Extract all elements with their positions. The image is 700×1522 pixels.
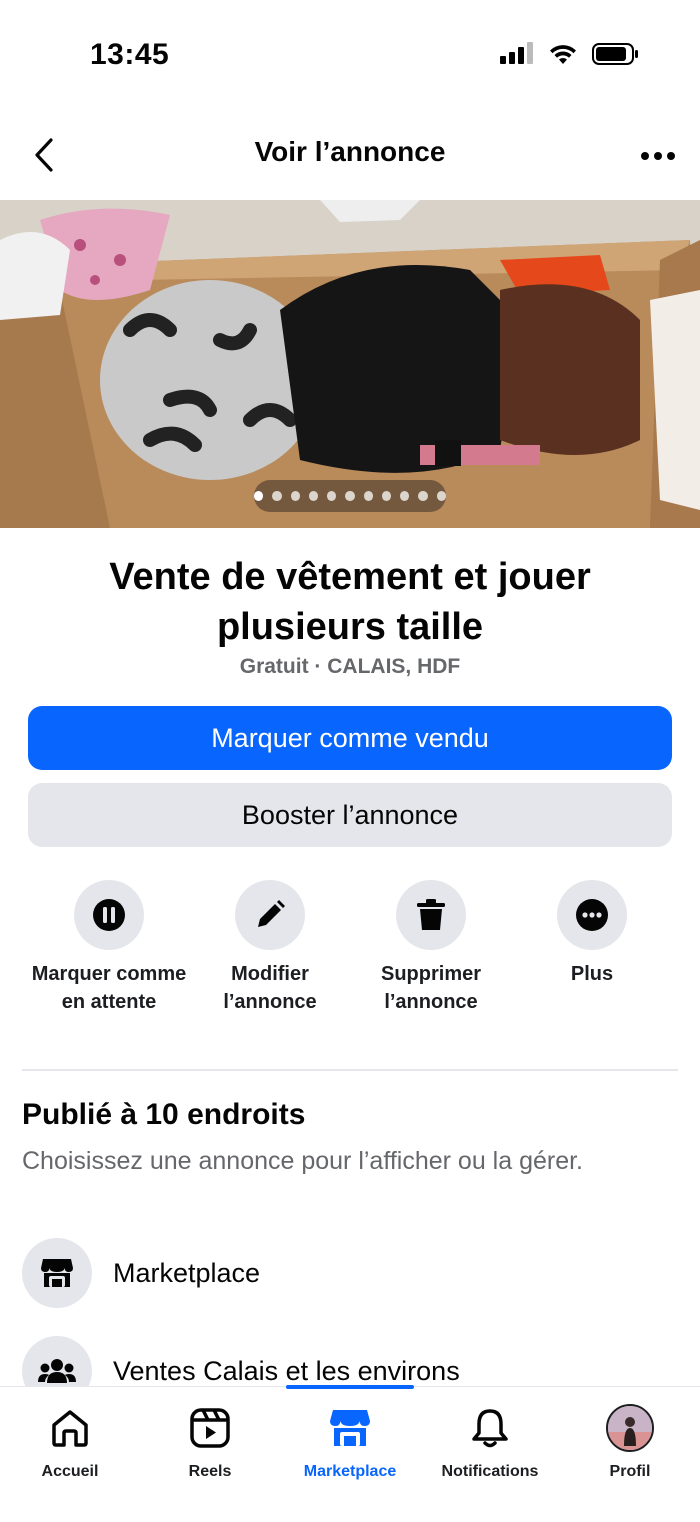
delete-listing-label: Supprimer l’annonce <box>380 963 482 1013</box>
mark-pending-label: Marquer comme en attente <box>31 963 187 1013</box>
top-app-bar: Voir l’annonce <box>0 110 700 200</box>
more-actions-button[interactable] <box>557 880 627 950</box>
pager-dot <box>308 491 319 501</box>
avatar-image <box>608 1406 652 1450</box>
pause-icon <box>93 899 125 931</box>
listing-actions: Marquer comme en attente Modifier l’anno… <box>0 880 700 1050</box>
page-title: Voir l’annonce <box>254 136 446 167</box>
home-icon <box>52 1410 88 1447</box>
pager-dot <box>290 491 300 501</box>
pager-dot <box>418 491 428 501</box>
mark-pending-action[interactable]: Marquer comme en attente <box>29 880 189 1016</box>
more-actions-action[interactable]: Plus <box>512 880 672 988</box>
listing-photo-image <box>0 200 700 528</box>
mark-as-sold-button[interactable]: Marquer comme vendu <box>28 706 672 770</box>
group-icon <box>38 1359 76 1383</box>
avatar <box>606 1404 654 1452</box>
place-item-marketplace[interactable]: Marketplace <box>22 1238 260 1308</box>
more-actions-label: Plus <box>570 963 614 985</box>
mark-pending-button[interactable] <box>74 880 144 950</box>
pager-dot <box>327 491 337 501</box>
nav-tab-reels[interactable]: Reels <box>140 1403 280 1481</box>
status-time: 13:45 <box>90 38 170 71</box>
battery-icon <box>592 43 638 65</box>
nav-label: Profil <box>609 1463 651 1480</box>
published-section-subtitle: Choisissez une annonce pour l’afficher o… <box>22 1147 583 1175</box>
nav-tab-marketplace[interactable]: Marketplace <box>280 1403 420 1481</box>
delete-listing-button[interactable] <box>396 880 466 950</box>
trash-icon <box>417 899 445 930</box>
pager-dot <box>272 491 282 501</box>
cellular-signal-icon <box>500 42 533 64</box>
published-section-title: Publié à 10 endroits <box>22 1098 306 1131</box>
boost-listing-button[interactable]: Booster l’annonce <box>28 783 672 847</box>
more-circle-icon <box>576 899 608 931</box>
edit-listing-label: Modifier l’annonce <box>223 963 317 1013</box>
status-bar: 13:45 <box>0 0 700 110</box>
edit-listing-button[interactable] <box>235 880 305 950</box>
bottom-navigation: Accueil Reels Marketplace Notifications … <box>0 1385 700 1522</box>
nav-label: Accueil <box>41 1463 99 1480</box>
nav-label: Notifications <box>441 1463 539 1480</box>
wifi-icon <box>550 45 576 64</box>
nav-tab-profile[interactable]: Profil <box>560 1403 700 1481</box>
divider <box>22 1069 678 1071</box>
pager-dot <box>345 491 355 501</box>
bell-icon <box>472 1409 508 1448</box>
edit-listing-action[interactable]: Modifier l’annonce <box>190 880 350 1016</box>
listing-title: Vente de vêtement et jouer plusieurs tai… <box>109 556 591 648</box>
ellipsis-horizontal-icon <box>641 152 675 160</box>
nav-tab-home[interactable]: Accueil <box>0 1403 140 1481</box>
store-icon <box>41 1259 73 1287</box>
listing-photo[interactable] <box>0 200 700 528</box>
pager-dot <box>381 491 392 501</box>
place-icon-container <box>22 1238 92 1308</box>
pager-dot <box>363 491 373 501</box>
pager-dot <box>254 491 264 501</box>
image-pager <box>254 480 446 512</box>
listing-meta: Gratuit · CALAIS, HDF <box>239 655 461 678</box>
pencil-icon <box>258 900 285 927</box>
pager-dot <box>436 491 446 501</box>
reels-icon <box>190 1408 230 1448</box>
place-name: Marketplace <box>113 1257 261 1288</box>
more-options-button[interactable] <box>638 136 678 176</box>
status-icons <box>500 42 640 66</box>
pager-dot <box>400 491 410 501</box>
delete-listing-action[interactable]: Supprimer l’annonce <box>351 880 511 1016</box>
nav-tab-notifications[interactable]: Notifications <box>420 1403 560 1481</box>
active-tab-indicator <box>286 1385 414 1389</box>
place-name: Ventes Calais et les environs <box>113 1355 460 1386</box>
nav-label: Reels <box>188 1463 232 1480</box>
marketplace-icon <box>330 1410 370 1446</box>
nav-label: Marketplace <box>303 1463 397 1480</box>
